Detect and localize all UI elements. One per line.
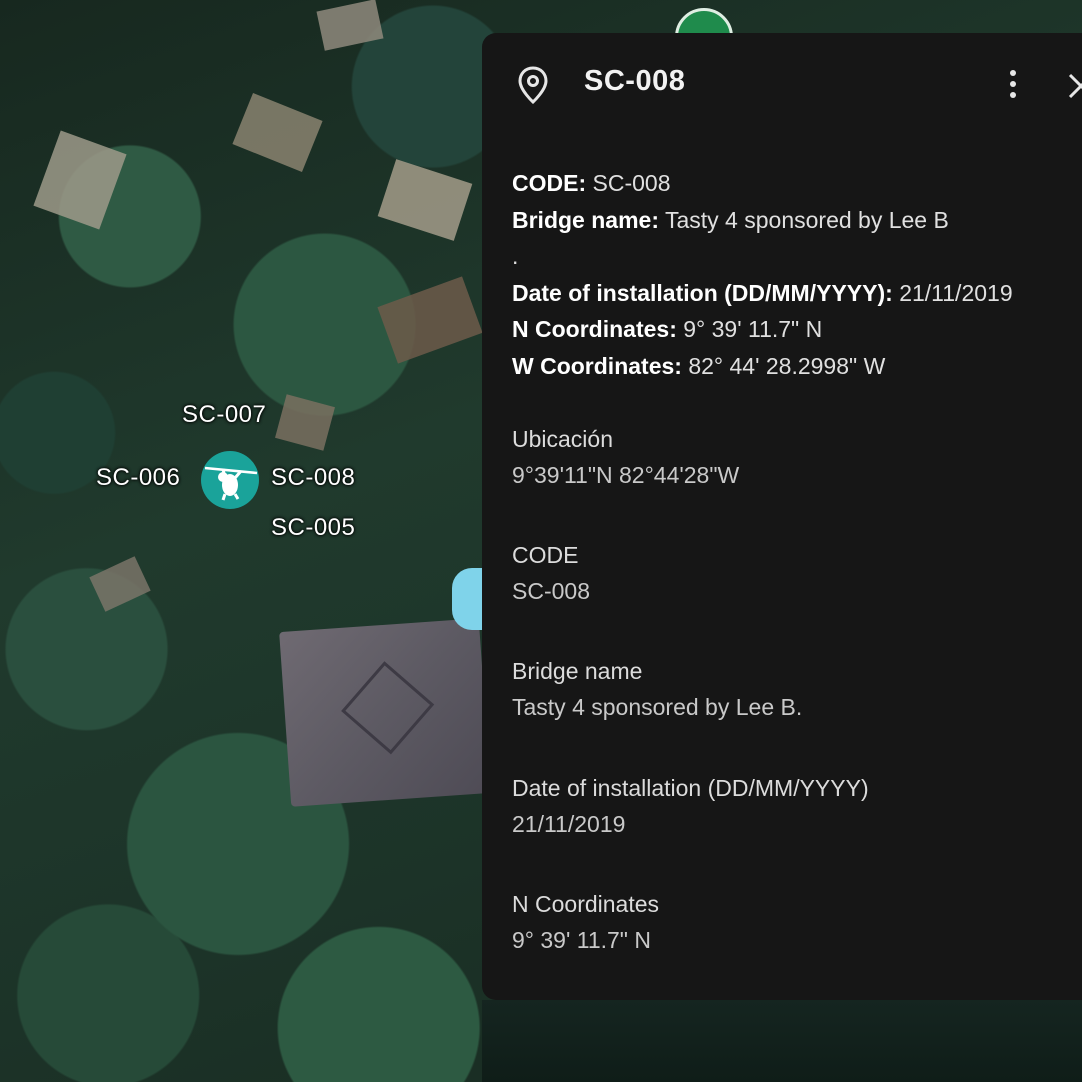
building-roof — [275, 394, 335, 451]
description-bridge-row: Bridge name: Tasty 4 sponsored by Lee B — [512, 206, 949, 233]
field-value: 9° 39' 11.7" N — [512, 927, 651, 953]
label-sc-007[interactable]: SC-007 — [182, 401, 266, 429]
n-coordinates-value: 9° 39' 11.7" N — [683, 316, 823, 342]
label-sc-006[interactable]: SC-006 — [96, 464, 180, 492]
date-label: Date of installation (DD/MM/YYYY) — [512, 279, 886, 306]
bridge-value: Tasty 4 sponsored by Lee B — [664, 206, 949, 233]
field-value: Tasty 4 sponsored by Lee B. — [512, 694, 803, 720]
location-pin-icon — [518, 66, 548, 105]
field-n-coordinates: N Coordinates 9° 39' 11.7" N — [512, 886, 659, 958]
field-value: 21/11/2019 — [512, 811, 626, 837]
description-code-row: CODE: SC-008 — [512, 170, 671, 196]
label-sc-005[interactable]: SC-005 — [271, 514, 355, 542]
building-roof — [377, 276, 483, 364]
field-label: Bridge name — [512, 658, 643, 684]
description-dot: . — [512, 243, 519, 269]
field-label: Date of installation (DD/MM/YYYY) — [512, 775, 869, 801]
building-roof — [316, 0, 384, 51]
date-value: 21/11/2019 — [899, 279, 1013, 306]
field-code: CODE SC-008 — [512, 537, 590, 609]
description-date-row: Date of installation (DD/MM/YYYY): 21/11… — [512, 279, 1013, 306]
map-bottom-strip — [482, 1000, 1082, 1082]
field-value: SC-008 — [512, 578, 590, 604]
w-coordinates-label: W Coordinates — [512, 352, 675, 379]
code-value: SC-008 — [592, 170, 671, 196]
field-label: N Coordinates — [512, 891, 660, 917]
large-house-roof — [279, 618, 491, 807]
panel-header: SC-008 — [482, 33, 1082, 133]
code-label: CODE — [512, 170, 579, 196]
n-coordinates-label: N Coordinates — [512, 316, 670, 342]
field-label: Ubicación — [512, 426, 613, 452]
description-block: CODE: SC-008 Bridge name: Tasty 4 sponso… — [512, 165, 1082, 384]
field-value[interactable]: 9°39'11"N 82°44'28"W — [512, 457, 739, 493]
feature-details-panel: SC-008 CODE: SC-008 Bridge name: Tasty 4… — [482, 33, 1082, 1000]
bridge-label: Bridge name — [512, 206, 652, 233]
field-label: CODE — [512, 542, 579, 568]
sloth-bridge-marker-icon[interactable] — [201, 451, 259, 509]
panel-title: SC-008 — [584, 65, 686, 97]
building-roof — [232, 92, 323, 173]
label-sc-008[interactable]: SC-008 — [271, 464, 355, 492]
w-coordinates-value: 82° 44' 28.2998" W — [688, 352, 886, 379]
description-n-row: N Coordinates: 9° 39' 11.7" N — [512, 316, 823, 342]
field-bridge-name: Bridge name Tasty 4 sponsored by Lee B. — [512, 653, 802, 725]
building-roof — [33, 130, 127, 230]
close-icon[interactable] — [1066, 71, 1082, 101]
field-date-of-installation: Date of installation (DD/MM/YYYY) 21/11/… — [512, 770, 869, 842]
building-roof — [89, 556, 151, 612]
building-roof — [377, 159, 473, 241]
more-vert-icon[interactable] — [1002, 67, 1024, 101]
description-w-row: W Coordinates: 82° 44' 28.2998" W — [512, 352, 886, 379]
field-ubicacion: Ubicación 9°39'11"N 82°44'28"W — [512, 421, 739, 493]
